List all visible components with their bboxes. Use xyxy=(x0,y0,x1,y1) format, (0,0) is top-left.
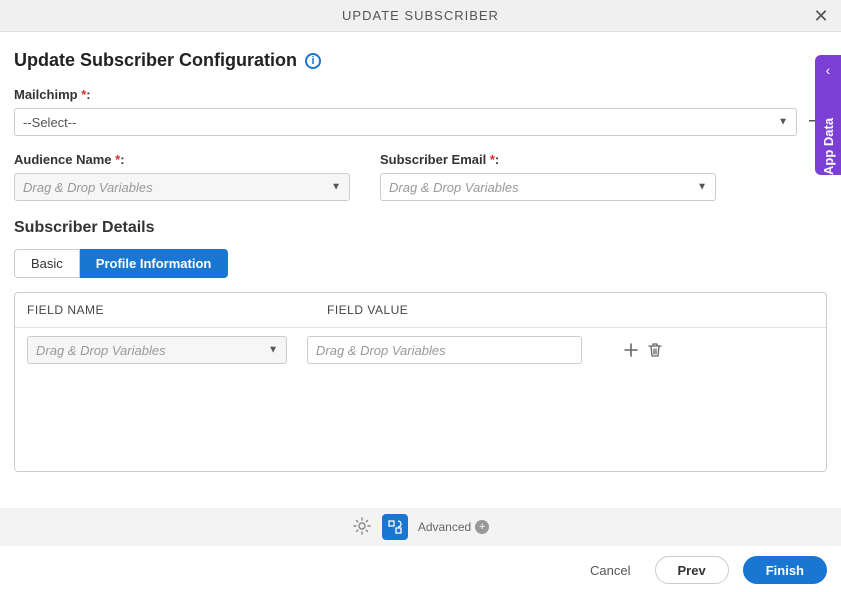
required-marker: * xyxy=(81,87,86,102)
page-title: Update Subscriber Configuration xyxy=(14,50,297,71)
subscriber-email-label: Subscriber Email *: xyxy=(380,152,716,167)
delete-row-icon[interactable] xyxy=(646,341,664,359)
field-name-placeholder: Drag & Drop Variables xyxy=(36,343,166,358)
mailchimp-label: Mailchimp *: xyxy=(14,87,827,102)
page-title-row: Update Subscriber Configuration i xyxy=(14,50,827,71)
button-row: Cancel Prev Finish xyxy=(580,556,827,584)
subscriber-details-panel: FIELD NAME FIELD VALUE Drag & Drop Varia… xyxy=(14,292,827,472)
field-value-input[interactable]: Drag & Drop Variables xyxy=(307,336,582,364)
cancel-button[interactable]: Cancel xyxy=(580,557,640,584)
modal-title: UPDATE SUBSCRIBER xyxy=(342,8,499,23)
audience-name-placeholder: Drag & Drop Variables xyxy=(23,180,153,195)
app-data-label: App Data xyxy=(821,89,836,175)
audience-name-col: Audience Name *: Drag & Drop Variables ▼ xyxy=(14,152,350,201)
finish-button[interactable]: Finish xyxy=(743,556,827,584)
subscriber-email-placeholder: Drag & Drop Variables xyxy=(389,180,519,195)
dropdown-caret-icon: ▼ xyxy=(778,117,788,128)
audience-email-row: Audience Name *: Drag & Drop Variables ▼… xyxy=(14,152,827,201)
gear-icon[interactable] xyxy=(352,516,372,539)
dropdown-caret-icon: ▼ xyxy=(697,182,707,193)
required-marker: * xyxy=(115,152,120,167)
footer-bar: Advanced + xyxy=(0,508,841,546)
dropdown-caret-icon: ▼ xyxy=(331,182,341,193)
plus-circle-icon: + xyxy=(475,520,489,534)
dropdown-caret-icon: ▼ xyxy=(268,345,278,356)
details-header: FIELD NAME FIELD VALUE xyxy=(15,293,826,328)
required-marker: * xyxy=(490,152,495,167)
mailchimp-select[interactable]: --Select-- ▼ xyxy=(14,108,797,136)
audience-name-label: Audience Name *: xyxy=(14,152,350,167)
field-name-input[interactable]: Drag & Drop Variables ▼ xyxy=(27,336,287,364)
add-row-icon[interactable] xyxy=(622,341,640,359)
tab-basic[interactable]: Basic xyxy=(14,249,80,278)
audience-name-input[interactable]: Drag & Drop Variables ▼ xyxy=(14,173,350,201)
content: Update Subscriber Configuration i Mailch… xyxy=(0,32,841,472)
close-icon[interactable]: ✕ xyxy=(811,6,831,26)
subscriber-email-col: Subscriber Email *: Drag & Drop Variable… xyxy=(380,152,716,201)
blueprint-icon[interactable] xyxy=(382,514,408,540)
subscriber-email-input[interactable]: Drag & Drop Variables ▼ xyxy=(380,173,716,201)
mailchimp-select-value: --Select-- xyxy=(23,115,76,130)
subscriber-details-tabs: Basic Profile Information xyxy=(14,249,827,278)
column-field-name: FIELD NAME xyxy=(27,303,327,317)
prev-button[interactable]: Prev xyxy=(655,556,729,584)
subscriber-details-heading: Subscriber Details xyxy=(14,219,827,237)
row-actions xyxy=(622,341,664,359)
details-row: Drag & Drop Variables ▼ Drag & Drop Vari… xyxy=(15,328,826,372)
tab-profile-information[interactable]: Profile Information xyxy=(80,249,229,278)
advanced-toggle[interactable]: Advanced + xyxy=(418,520,489,534)
column-field-value: FIELD VALUE xyxy=(327,303,814,317)
info-icon[interactable]: i xyxy=(305,53,321,69)
modal-header: UPDATE SUBSCRIBER ✕ xyxy=(0,0,841,32)
app-data-side-tab[interactable]: ‹ App Data xyxy=(815,55,841,175)
field-value-placeholder: Drag & Drop Variables xyxy=(316,343,446,358)
mailchimp-row: --Select-- ▼ ＋ xyxy=(14,108,827,136)
chevron-left-icon: ‹ xyxy=(826,63,831,77)
